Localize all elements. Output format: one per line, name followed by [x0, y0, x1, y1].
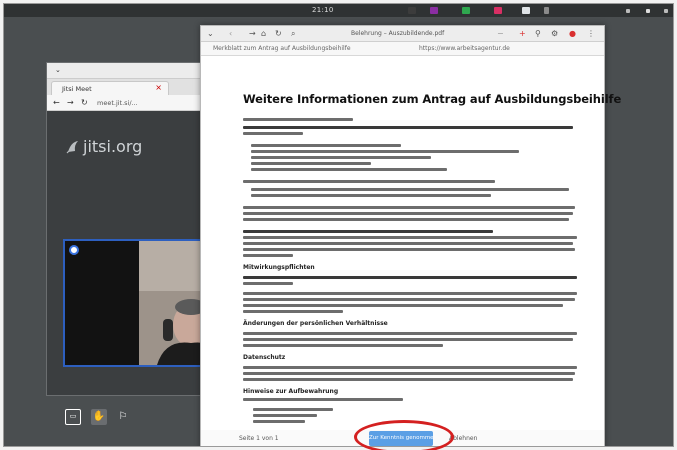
text-line — [243, 398, 403, 401]
text-line — [243, 206, 575, 209]
text-line — [243, 372, 575, 375]
text-line — [243, 212, 573, 215]
list-item — [251, 162, 371, 165]
document-title: Weitere Informationen zum Antrag auf Aus… — [243, 92, 622, 106]
back-icon[interactable]: ‹ — [229, 29, 232, 38]
list-item — [251, 144, 401, 147]
tray-network-icon[interactable] — [522, 7, 530, 14]
tray-purple-icon[interactable] — [430, 7, 438, 14]
pdf-action-bar: Seite 1 von 1 Zur Kenntnis genommen Able… — [201, 430, 604, 446]
section-heading: Datenschutz — [243, 354, 286, 361]
pdf-page: Weitere Informationen zum Antrag auf Aus… — [221, 68, 621, 428]
text-line — [243, 304, 563, 307]
more-menu-icon[interactable]: ⋮ — [587, 29, 595, 38]
text-line — [253, 420, 305, 423]
text-line — [243, 242, 573, 245]
tray-sound-icon[interactable] — [646, 9, 650, 13]
chat-icon[interactable]: ⚐ — [115, 409, 131, 425]
extension-icon[interactable]: ● — [569, 29, 576, 38]
page-indicator: Seite 1 von 1 — [239, 435, 279, 442]
tray-red-icon[interactable] — [494, 7, 502, 14]
window-menu-icon[interactable]: ⌄ — [207, 29, 214, 38]
zoom-icon[interactable]: ⚲ — [535, 29, 541, 38]
jitsi-logo-icon — [66, 141, 78, 154]
add-bookmark-icon[interactable]: + — [519, 29, 526, 38]
confirm-button[interactable]: Zur Kenntnis genommen — [369, 431, 433, 446]
text-line — [253, 414, 317, 417]
tray-power-icon[interactable] — [664, 9, 668, 13]
pdf-header-left: Merkblatt zum Antrag auf Ausbildungsbeih… — [213, 45, 351, 52]
text-line — [243, 126, 573, 129]
tray-green-icon[interactable] — [462, 7, 470, 14]
text-line — [243, 236, 577, 239]
clock: 21:10 — [312, 6, 334, 14]
settings-icon[interactable]: ⚙ — [551, 29, 558, 38]
pdf-window-title: Belehrung – Auszubildende.pdf — [351, 30, 445, 37]
reload-icon[interactable]: ↻ — [275, 29, 282, 38]
pdf-header-right: https://www.arbeitsagentur.de — [419, 45, 510, 52]
text-line — [253, 408, 333, 411]
text-line — [243, 218, 569, 221]
list-item — [251, 168, 447, 171]
text-line — [243, 338, 573, 341]
tab-label: Jitsi Meet — [62, 85, 92, 93]
text-line — [243, 366, 577, 369]
pdf-titlebar: ⌄ ‹ → ⌂ ↻ ⌕ Belehrung – Auszubildende.pd… — [201, 26, 604, 42]
desktop-top-panel: 21:10 — [4, 4, 673, 17]
text-line — [243, 298, 575, 301]
text-line — [243, 276, 577, 279]
decline-link[interactable]: Ablehnen — [449, 435, 477, 442]
jitsi-logo: jitsi.org — [65, 137, 142, 156]
close-tab-icon[interactable]: × — [155, 83, 162, 92]
pdf-header-strip: Merkblatt zum Antrag auf Ausbildungsbeih… — [201, 42, 604, 56]
text-line — [243, 310, 343, 313]
forward-icon[interactable]: → — [67, 98, 74, 107]
address-input[interactable]: meet.jit.si/... — [97, 99, 138, 107]
raise-hand-icon[interactable]: ✋ — [91, 409, 107, 425]
tray-bluetooth-icon[interactable] — [544, 7, 549, 14]
jitsi-tab[interactable]: Jitsi Meet × + — [51, 81, 169, 95]
back-icon[interactable]: ← — [53, 98, 60, 107]
reload-icon[interactable]: ↻ — [81, 98, 88, 107]
home-icon[interactable]: ⌂ — [261, 29, 266, 38]
text-line — [243, 132, 303, 135]
pdf-viewer-window: ⌄ ‹ → ⌂ ↻ ⌕ Belehrung – Auszubildende.pd… — [200, 25, 621, 446]
zoom-out-icon[interactable]: − — [497, 29, 504, 38]
screen-share-icon[interactable]: ▭ — [65, 409, 81, 425]
list-item — [251, 156, 431, 159]
tray-app-icon[interactable] — [408, 7, 416, 14]
tray-dot-icon — [626, 9, 630, 13]
list-item — [251, 188, 569, 191]
text-line — [243, 378, 573, 381]
photo-frame: 21:10 ⌄ Jitsi Meet × + ← → ↻ meet.jit.si… — [3, 3, 674, 447]
list-item — [251, 150, 519, 153]
text-line — [243, 332, 577, 335]
text-line — [243, 118, 353, 121]
section-heading: Mitwirkungspflichten — [243, 264, 315, 271]
section-heading: Hinweise zur Aufbewahrung — [243, 388, 339, 395]
text-line — [243, 292, 577, 295]
forward-icon[interactable]: → — [249, 29, 256, 38]
participant-status-icon — [69, 245, 79, 255]
text-line — [243, 180, 495, 183]
text-line — [243, 282, 293, 285]
section-heading: Änderungen der persönlichen Verhältnisse — [243, 320, 388, 327]
list-item — [251, 194, 491, 197]
text-line — [243, 344, 443, 347]
text-line — [243, 254, 293, 257]
jitsi-logo-text: jitsi.org — [83, 137, 143, 156]
search-icon[interactable]: ⌕ — [291, 29, 295, 39]
text-line — [243, 248, 575, 251]
window-menu-icon[interactable]: ⌄ — [55, 66, 61, 74]
text-line — [243, 230, 493, 233]
